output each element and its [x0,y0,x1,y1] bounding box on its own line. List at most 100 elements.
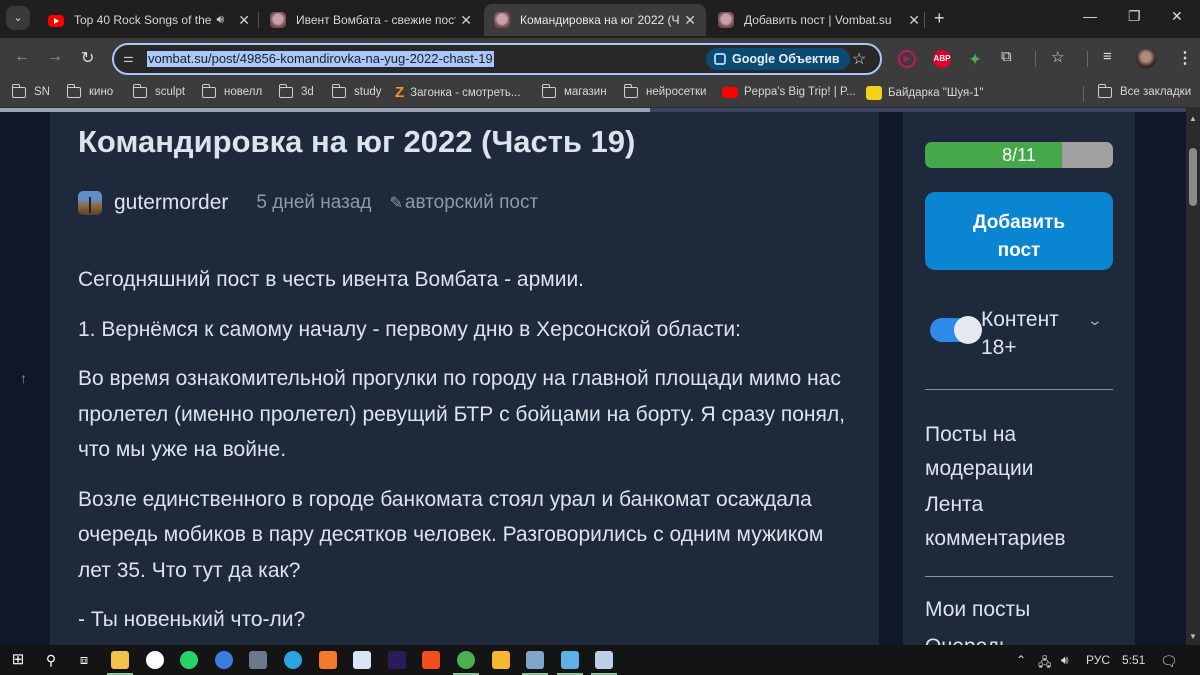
all-bookmarks-button[interactable]: Все закладки [1097,83,1191,98]
toggle-knob [954,316,982,344]
author-avatar[interactable] [78,191,102,215]
sidebar-link-queue[interactable]: Очередь [925,630,1115,645]
folder-icon [201,83,216,98]
sidebar-link-my-posts[interactable]: Мои посты [925,593,1115,627]
address-bar[interactable]: ⚌ vombat.su/post/49856-komandirovka-na-y… [112,43,882,75]
windows-start-icon[interactable]: ⊞ [9,651,27,669]
menu-kebab-icon[interactable]: ⋮ [1177,48,1193,68]
blender-taskbar-icon[interactable] [319,651,337,669]
scroll-up-arrow-icon[interactable]: ▲ [1189,114,1197,123]
sidebar-link-comments-feed[interactable]: Лента комментариев [925,488,1115,556]
folder-icon [11,83,26,98]
bookmark-folder[interactable]: sculpt [132,83,185,98]
post-article: Командировка на юг 2022 (Часть 19) guter… [50,112,879,645]
add-post-button[interactable]: Добавить пост [925,192,1113,270]
scroll-down-arrow-icon[interactable]: ▼ [1189,632,1197,641]
column-gap [879,112,903,645]
post-paragraph: Во время ознакомительной прогулки по гор… [78,367,845,461]
bookmark-link[interactable]: Z Загонка - смотреть... [395,85,520,100]
whatsapp-taskbar-icon[interactable] [180,651,198,669]
chromium-taskbar-icon[interactable] [215,651,233,669]
close-tab-icon[interactable]: ✕ [908,12,920,29]
chevron-down-icon[interactable]: ⌄ [1087,312,1103,329]
task-view-icon[interactable]: ⧈ [75,651,93,669]
remote-desktop-taskbar-icon[interactable] [522,651,548,675]
tab-search-button[interactable]: ⌄ [6,6,30,30]
close-window-button[interactable]: ✕ [1171,8,1183,25]
bookmark-folder[interactable]: 3d [278,83,314,98]
bookmark-link[interactable]: Peppa's Big Trip! | P... [722,86,856,98]
post-paragraph: - Ты новенький что-ли? [78,608,306,631]
post-tag[interactable]: авторский пост [405,192,538,214]
player-extension-icon[interactable]: ▶ [898,50,916,68]
bookmark-folder[interactable]: кино [66,83,113,98]
tab-add-post[interactable]: Добавить пост | Vombat.su ✕ [708,4,930,36]
tab-vombat-event[interactable]: Ивент Вомбата - свежие пост ✕ [260,4,482,36]
page-scrollbar[interactable]: ▲ ▼ [1186,108,1200,645]
telegram-taskbar-icon[interactable] [284,651,302,669]
bookmark-star-icon[interactable]: ☆ [852,49,866,69]
posts-progress-bar: 8/11 [925,142,1113,168]
content-18-toggle[interactable] [930,316,982,344]
bookmark-folder[interactable]: магазин [541,83,607,98]
notifications-icon[interactable]: 🗨︎ [1160,653,1178,670]
bookmark-folder[interactable]: новелл [201,83,262,98]
minimize-button[interactable]: — [1083,8,1097,24]
profile-avatar[interactable] [1136,49,1156,69]
bookmark-folder[interactable]: study [331,83,382,98]
after-effects-taskbar-icon[interactable] [388,651,406,669]
site-info-icon[interactable]: ⚌ [123,51,134,65]
close-tab-icon[interactable]: ✕ [238,12,250,29]
bookmark-link[interactable]: Байдарка "Шуя-1" [866,86,984,100]
back-button[interactable]: ← [14,48,30,66]
tray-expand-icon[interactable]: ⌃ [1016,653,1026,667]
author-link[interactable]: gutermorder [114,191,228,215]
sidebar-link-moderation[interactable]: Посты на модерации [925,418,1115,486]
yandex-browser-taskbar-icon[interactable] [146,651,164,669]
forward-button[interactable]: → [47,48,63,66]
speaker-icon[interactable]: 🔊︎ [216,12,224,27]
app-gear-taskbar-icon[interactable] [557,651,583,675]
post-body: Сегодняшний пост в честь ивента Вомбата … [78,262,858,645]
scroll-to-top-icon[interactable]: ↑ [20,370,27,386]
post-title: Командировка на юг 2022 (Часть 19) [78,124,636,159]
bookmarks-separator [1083,86,1084,102]
clock[interactable]: 5:51 [1122,653,1145,667]
bookmarks-star-icon[interactable]: ☆ [1051,48,1064,66]
post-meta: gutermorder 5 дней назад ✎ авторский пос… [78,188,538,218]
search-icon[interactable]: ⚲ [42,651,60,669]
new-tab-button[interactable]: + [934,8,945,29]
close-tab-icon[interactable]: ✕ [684,12,696,29]
url-text[interactable]: vombat.su/post/49856-komandirovka-na-yug… [147,51,494,67]
calculator-taskbar-icon[interactable] [249,651,267,669]
media-control-icon[interactable]: ≡ [1103,48,1112,65]
bookmark-folder[interactable]: SN [11,83,50,98]
tab-komandirovka[interactable]: Командировка на юг 2022 (Ча ✕ [484,4,706,36]
extensions-puzzle-icon[interactable]: ⧉ [1001,48,1012,65]
language-indicator[interactable]: РУС [1086,653,1110,667]
folder-icon [623,83,638,98]
colors-extension-icon[interactable]: ✦ [966,50,984,68]
progress-label: 8/11 [1002,145,1036,165]
close-tab-icon[interactable]: ✕ [460,12,472,29]
app-blue-taskbar-icon[interactable] [353,651,371,669]
bookmark-folder[interactable]: нейросетки [623,83,706,98]
figma-taskbar-icon[interactable] [422,651,440,669]
restore-button[interactable]: ❐ [1128,8,1141,25]
kayak-site-icon [866,86,882,100]
notepad-taskbar-icon[interactable] [591,651,617,675]
network-icon[interactable]: 🖧︎ [1038,653,1051,674]
reload-button[interactable]: ↻ [81,48,94,68]
google-lens-button[interactable]: Google Объектив [706,48,850,70]
volume-icon[interactable]: 🔊︎ [1061,653,1069,668]
toolbar-separator [1035,51,1036,67]
tab-separator [258,12,259,28]
chrome-taskbar-icon[interactable] [453,651,479,675]
sidebar-divider [925,576,1113,577]
scrollbar-thumb[interactable] [1189,148,1197,206]
youtube-icon [48,14,64,27]
adblock-extension-icon[interactable]: ABP [933,50,951,68]
app-lightning-taskbar-icon[interactable] [492,651,510,669]
file-explorer-taskbar-icon[interactable] [107,651,133,675]
tab-youtube[interactable]: Top 40 Rock Songs of the 9 🔊︎ ✕ [38,4,260,36]
